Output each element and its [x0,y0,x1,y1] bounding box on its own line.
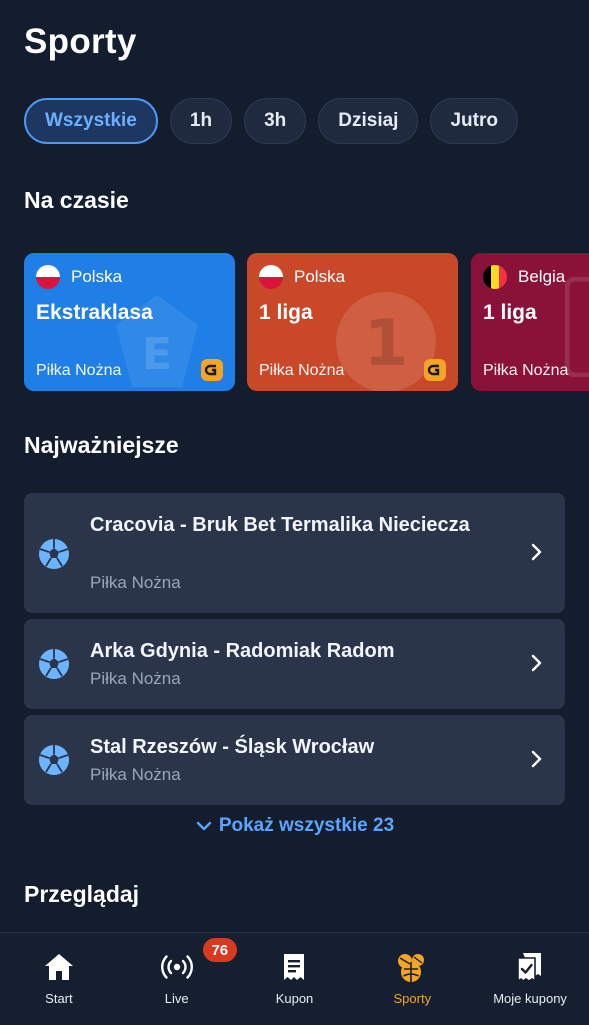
football-icon [39,539,69,569]
bottom-navigation: Start 76 Live Kupon Sporty Moje kupony [0,932,589,1025]
match-row[interactable]: Cracovia - Bruk Bet Termalika Nieciecza … [24,493,565,613]
match-sport: Piłka Nożna [90,765,181,784]
live-count-badge: 76 [202,938,237,962]
time-filters: Wszystkie 1h 3h Dzisiaj Jutro [24,98,518,144]
show-all-button[interactable]: Pokaż wszystkie 23 [0,815,589,837]
sports-icon [398,954,425,982]
card-league: 1 liga [483,301,537,324]
match-sport: Piłka Nożna [90,669,181,688]
filter-today[interactable]: Dzisiaj [318,98,419,144]
match-row[interactable]: Stal Rzeszów - Śląsk Wrocław Piłka Nożna [24,715,565,805]
match-title: Stal Rzeszów - Śląsk Wrocław [90,736,375,758]
card-sport: Piłka Nożna [259,362,345,379]
pl-flag-icon [36,265,60,289]
chevron-right-icon [531,543,542,561]
nav-label: Kupon [275,991,314,1006]
svg-text:1: 1 [364,307,409,381]
card-league: 1 liga [259,301,313,324]
nav-moje-kupony[interactable]: Moje kupony [471,933,589,1025]
home-icon [44,954,73,980]
provider-logo-icon [201,359,223,381]
filter-3h[interactable]: 3h [244,98,307,144]
nav-label: Moje kupony [493,991,567,1006]
match-title: Arka Gdynia - Radomiak Radom [90,640,395,662]
pl-flag-icon [259,265,283,289]
card-sport: Piłka Nożna [36,362,122,379]
match-sport: Piłka Nożna [90,573,181,592]
coupon-icon [284,954,305,980]
my-coupons-icon [517,953,542,983]
nav-label: Live [164,991,189,1006]
be-flag-icon [483,265,507,289]
card-sport: Piłka Nożna [483,362,569,379]
match-row[interactable]: Arka Gdynia - Radomiak Radom Piłka Nożna [24,619,565,709]
football-icon [39,745,69,775]
liga-watermark-icon: 1 [336,292,436,391]
show-all-label: Pokaż wszystkie 23 [218,815,395,836]
browse-title: Przeglądaj [24,881,140,907]
provider-logo-icon [424,359,446,381]
nav-label: Sporty [393,991,432,1006]
chevron-right-icon [531,750,542,768]
trending-carousel[interactable]: E Polska Ekstraklasa Piłka Nożna 1 Polsk… [24,253,589,391]
trending-card-1-liga-pl[interactable]: 1 Polska 1 liga Piłka Nożna [247,253,458,391]
nav-start[interactable]: Start [0,933,118,1025]
trending-title: Na czasie [24,187,129,213]
page-title: Sporty [24,22,137,61]
football-icon [39,649,69,679]
belgian-league-watermark-icon [565,277,589,377]
highlights-title: Najważniejsze [24,432,179,458]
match-title: Cracovia - Bruk Bet Termalika Nieciecza [90,514,470,536]
filter-all[interactable]: Wszystkie [24,98,158,144]
nav-sporty[interactable]: Sporty [353,933,471,1025]
card-country: Polska [71,267,123,286]
nav-kupon[interactable]: Kupon [236,933,354,1025]
trending-card-ekstraklasa[interactable]: E Polska Ekstraklasa Piłka Nożna [24,253,235,391]
nav-label: Start [45,991,73,1006]
trending-card-1-liga-be[interactable]: Belgia 1 liga Piłka Nożna [471,253,589,391]
card-league: Ekstraklasa [36,301,153,324]
chevron-right-icon [531,654,542,672]
chevron-down-icon [196,821,212,831]
filter-1h[interactable]: 1h [169,98,233,144]
svg-text:E: E [142,329,172,380]
filter-tomorrow[interactable]: Jutro [430,98,518,144]
card-country: Belgia [518,267,566,286]
nav-live[interactable]: 76 Live [118,933,237,1025]
live-icon [160,955,193,979]
card-country: Polska [294,267,346,286]
